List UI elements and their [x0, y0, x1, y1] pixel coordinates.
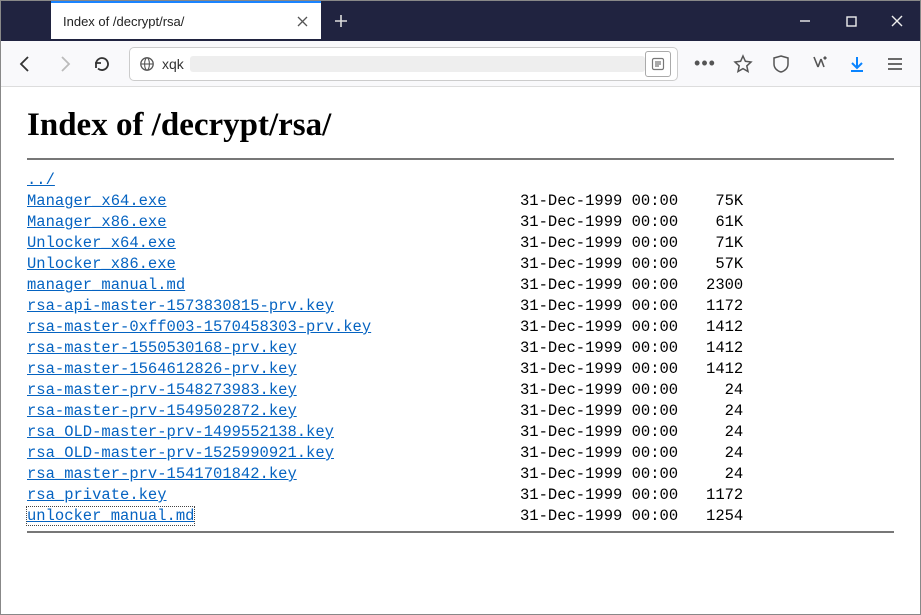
divider-top [27, 158, 894, 160]
url-redacted [190, 56, 645, 72]
window-controls [782, 1, 920, 41]
file-link[interactable]: Manager_x64.exe [27, 192, 167, 210]
divider-bottom [27, 531, 894, 533]
file-link[interactable]: rsa-master-prv-1549502872.key [27, 402, 297, 420]
url-text[interactable]: xqk [158, 56, 645, 72]
file-link[interactable]: rsa-api-master-1573830815-prv.key [27, 297, 334, 315]
file-link[interactable]: rsa_OLD-master-prv-1525990921.key [27, 444, 334, 462]
browser-tab-active[interactable]: Index of /decrypt/rsa/ [51, 1, 321, 39]
maximize-button[interactable] [828, 1, 874, 41]
page-actions-button[interactable]: ••• [688, 47, 722, 81]
file-link[interactable]: Manager_x86.exe [27, 213, 167, 231]
file-link[interactable]: rsa-master-1564612826-prv.key [27, 360, 297, 378]
back-button[interactable] [9, 47, 43, 81]
file-link[interactable]: rsa_master-prv-1541701842.key [27, 465, 297, 483]
toolbar: xqk ••• [1, 41, 920, 87]
protection-shield-icon[interactable] [764, 47, 798, 81]
reload-button[interactable] [85, 47, 119, 81]
titlebar: Index of /decrypt/rsa/ [1, 1, 920, 41]
file-link[interactable]: Unlocker_x86.exe [27, 255, 176, 273]
downloads-button[interactable] [840, 47, 874, 81]
site-identity-icon[interactable] [136, 53, 158, 75]
close-window-button[interactable] [874, 1, 920, 41]
forward-button[interactable] [47, 47, 81, 81]
address-bar[interactable]: xqk [129, 47, 678, 81]
file-link[interactable]: manager_manual.md [27, 276, 185, 294]
tab-title: Index of /decrypt/rsa/ [63, 14, 293, 29]
file-link[interactable]: rsa_private.key [27, 486, 167, 504]
minimize-button[interactable] [782, 1, 828, 41]
page-title: Index of /decrypt/rsa/ [27, 107, 894, 144]
file-link[interactable]: rsa_OLD-master-prv-1499552138.key [27, 423, 334, 441]
file-link[interactable]: unlocker_manual.md [27, 507, 194, 525]
new-tab-button[interactable] [325, 5, 357, 37]
extensions-icon[interactable] [802, 47, 836, 81]
app-menu-button[interactable] [878, 47, 912, 81]
close-tab-button[interactable] [293, 12, 311, 30]
file-link[interactable]: Unlocker_x64.exe [27, 234, 176, 252]
directory-listing: ../ Manager_x64.exe 31-Dec-1999 00:00 75… [27, 170, 894, 527]
bookmark-button[interactable] [726, 47, 760, 81]
file-link[interactable]: rsa-master-1550530168-prv.key [27, 339, 297, 357]
parent-dir-link[interactable]: ../ [27, 171, 55, 189]
page-content: Index of /decrypt/rsa/ ../ Manager_x64.e… [1, 87, 920, 561]
reader-mode-icon[interactable] [645, 51, 671, 77]
file-link[interactable]: rsa-master-prv-1548273983.key [27, 381, 297, 399]
file-link[interactable]: rsa-master-0xff003-1570458303-prv.key [27, 318, 371, 336]
